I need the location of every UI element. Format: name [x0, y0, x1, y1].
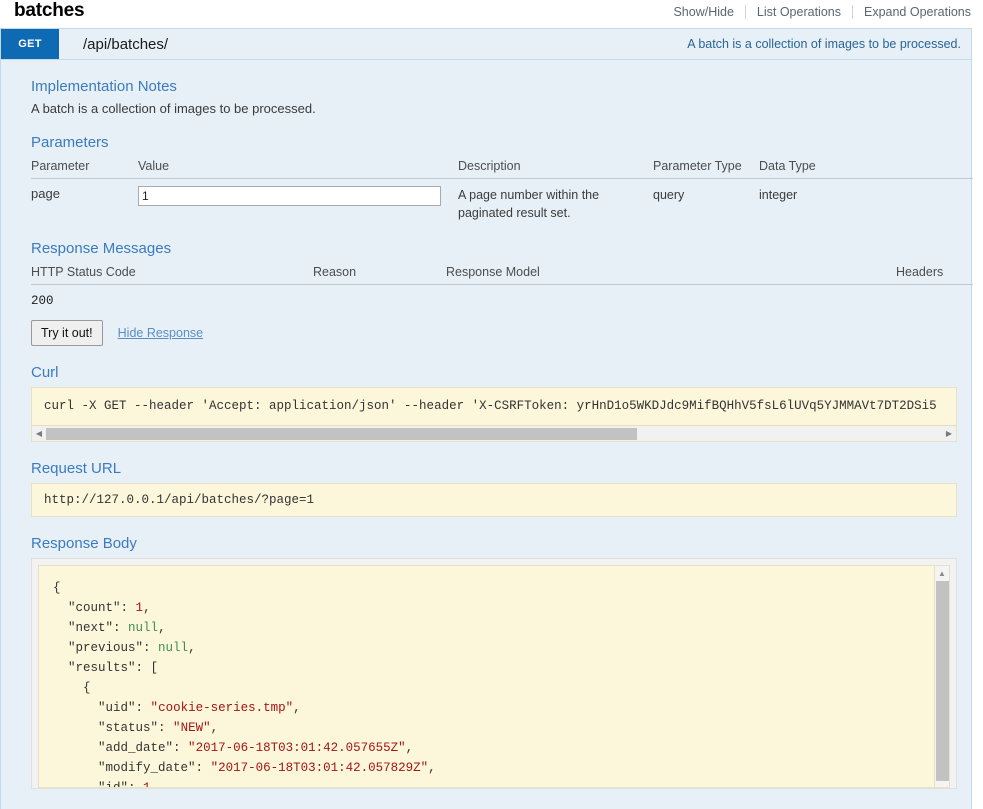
- curl-block: curl -X GET --header 'Accept: applicatio…: [31, 387, 957, 443]
- response-header-row: HTTP Status Code Reason Response Model H…: [31, 263, 973, 286]
- operation-body: Implementation Notes A batch is a collec…: [1, 78, 973, 809]
- request-url-text: http://127.0.0.1/api/batches/?page=1: [44, 493, 315, 508]
- json-modify-date: 2017-06-18T03:01:42.057829Z: [218, 761, 421, 776]
- json-uid: cookie-series.tmp: [158, 701, 286, 716]
- scroll-thumb[interactable]: [46, 427, 638, 440]
- try-it-out-button[interactable]: Try it out!: [31, 320, 103, 347]
- resource-header: batches Show/Hide List Operations Expand…: [0, 0, 983, 28]
- operation-heading[interactable]: GET /api/batches/ A batch is a collectio…: [1, 29, 971, 60]
- page-input[interactable]: [138, 186, 441, 206]
- parameter-description: A page number within the paginated resul…: [458, 188, 600, 221]
- implementation-notes-text: A batch is a collection of images to be …: [31, 101, 316, 116]
- json-id: 1: [143, 781, 151, 789]
- json-next: null: [128, 621, 159, 636]
- parameter-value-cell: [138, 179, 458, 223]
- parameter-data-type: integer: [759, 188, 798, 202]
- scroll-track[interactable]: [46, 426, 942, 442]
- table-row: page A page number within the paginated …: [31, 179, 973, 223]
- scroll-left-icon[interactable]: ◀: [32, 426, 46, 442]
- status-headers: [896, 285, 973, 309]
- status-code: 200: [31, 294, 54, 309]
- implementation-notes-heading: Implementation Notes: [31, 78, 177, 95]
- json-add-date: 2017-06-18T03:01:42.057655Z: [195, 741, 399, 756]
- operation-summary[interactable]: A batch is a collection of images to be …: [687, 29, 961, 59]
- scroll-thumb[interactable]: [936, 581, 949, 782]
- response-body-heading: Response Body: [31, 535, 137, 553]
- th-description: Description: [458, 157, 653, 179]
- th-value: Value: [138, 157, 458, 179]
- th-http-status-code: HTTP Status Code: [31, 263, 313, 286]
- response-body-json: { "count": 1, "next": null, "previous": …: [39, 566, 949, 789]
- scroll-up-icon[interactable]: ▲: [935, 566, 949, 581]
- json-status: NEW: [180, 721, 204, 736]
- th-headers: Headers: [896, 263, 973, 286]
- parameter-name: page: [31, 186, 60, 201]
- request-url-heading: Request URL: [31, 460, 122, 478]
- th-data-type: Data Type: [759, 157, 973, 179]
- response-vertical-scrollbar[interactable]: ▲: [934, 566, 949, 788]
- resource-title: batches: [14, 0, 85, 21]
- th-reason: Reason: [313, 263, 446, 286]
- curl-horizontal-scrollbar[interactable]: ◀ ▶: [32, 425, 956, 442]
- json-previous: null: [158, 641, 189, 656]
- request-url-block: http://127.0.0.1/api/batches/?page=1: [31, 483, 957, 518]
- table-row: 200: [31, 285, 973, 309]
- operation-get-batches: GET /api/batches/ A batch is a collectio…: [0, 28, 973, 809]
- response-body-block: { "count": 1, "next": null, "previous": …: [31, 558, 957, 790]
- status-reason: [313, 285, 446, 309]
- submit-row: Try it out! Hide Response: [31, 320, 957, 347]
- parameters-table: Parameter Value Description Parameter Ty…: [31, 157, 973, 222]
- scroll-right-icon[interactable]: ▶: [942, 426, 956, 442]
- expand-operations-link[interactable]: Expand Operations: [853, 5, 971, 19]
- parameter-type: query: [653, 188, 685, 202]
- response-messages-heading: Response Messages: [31, 240, 172, 258]
- curl-heading: Curl: [31, 364, 59, 382]
- th-parameter: Parameter: [31, 157, 138, 179]
- show-hide-link[interactable]: Show/Hide: [673, 5, 744, 19]
- hide-response-link[interactable]: Hide Response: [118, 326, 203, 340]
- json-count: 1: [135, 601, 144, 616]
- parameters-header-row: Parameter Value Description Parameter Ty…: [31, 157, 973, 179]
- response-body-inner: { "count": 1, "next": null, "previous": …: [38, 565, 950, 789]
- http-method-badge: GET: [1, 29, 59, 59]
- status-model: [446, 285, 896, 309]
- parameters-heading: Parameters: [31, 134, 109, 151]
- response-messages-table: HTTP Status Code Reason Response Model H…: [31, 263, 973, 308]
- curl-command: curl -X GET --header 'Accept: applicatio…: [44, 399, 937, 414]
- list-operations-link[interactable]: List Operations: [746, 5, 852, 19]
- th-parameter-type: Parameter Type: [653, 157, 759, 179]
- operation-path[interactable]: /api/batches/: [59, 29, 168, 59]
- th-response-model: Response Model: [446, 263, 896, 286]
- resource-options: Show/Hide List Operations Expand Operati…: [673, 5, 971, 19]
